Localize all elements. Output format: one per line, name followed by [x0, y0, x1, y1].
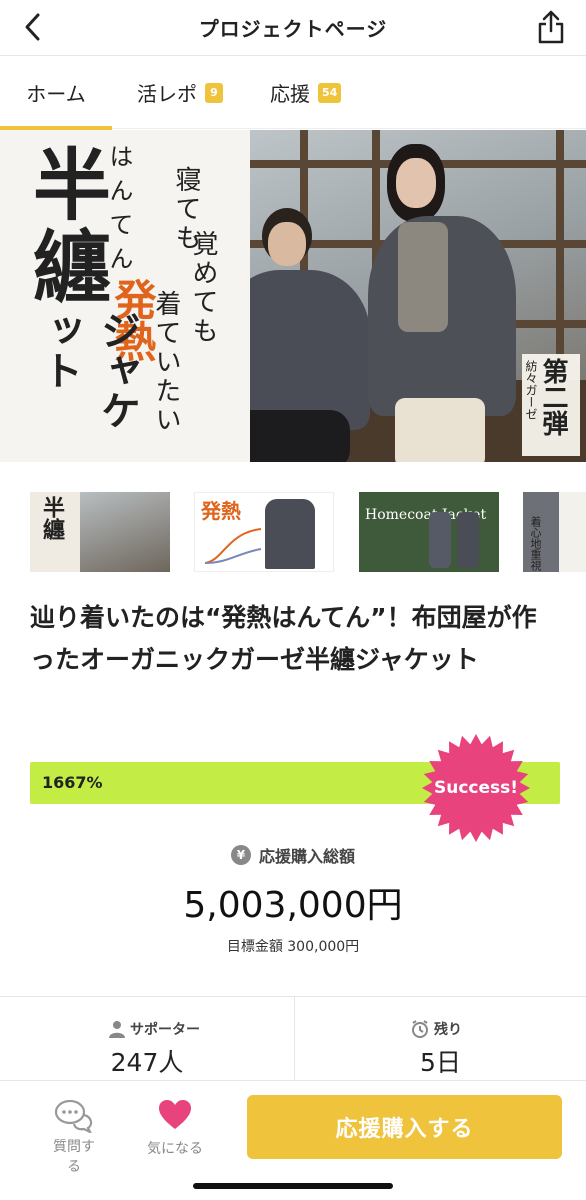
success-label: Success!: [433, 778, 519, 798]
remaining-label: 残り: [434, 1022, 462, 1038]
tab-katsu-repo[interactable]: 活レポ 9: [137, 57, 223, 129]
thumbnail-carousel: 半纏 発熱 Homecoat Jacket 着心地重視: [30, 492, 586, 572]
bottom-action-bar: 質問する 気になる 応援購入する: [0, 1080, 586, 1200]
hero-copy-3: 着ていたい: [151, 290, 181, 435]
tab-katsu-repo-label: 活レポ: [137, 82, 197, 106]
funding-amount: 5,003,000円: [183, 885, 403, 926]
timer-icon: [412, 1020, 428, 1038]
share-button[interactable]: [536, 10, 566, 44]
question-label: 質問する: [53, 1139, 95, 1175]
heart-icon: [159, 1100, 191, 1129]
thumbnail-image: [457, 512, 479, 568]
yen-icon: ¥: [230, 845, 251, 865]
thumbnail-image: [265, 499, 315, 569]
model-face: [396, 158, 436, 208]
tab-bar: ホーム 活レポ 9 応援 54: [0, 57, 586, 130]
project-title: 辿り着いたのは“発熱はんてん”！布団屋が作ったオーガニックガーゼ半纏ジャケット: [30, 603, 537, 674]
thumbnail-image: [429, 512, 451, 568]
tab-katsu-repo-badge: 9: [205, 82, 223, 103]
chevron-left-icon: [25, 13, 40, 41]
thumbnail-caption: 発熱: [201, 499, 241, 523]
remaining-label-row: 残り: [410, 1019, 462, 1039]
funding-label: 応援購入総額: [258, 847, 355, 866]
favorite-button[interactable]: 気になる: [138, 1099, 212, 1159]
tab-home[interactable]: ホーム: [0, 57, 112, 130]
question-button[interactable]: 質問する: [42, 1099, 106, 1177]
remaining-value: 5日: [420, 1048, 461, 1077]
tab-ouen[interactable]: 応援 54: [270, 57, 342, 129]
stats-panel: サポーター 247人 残り 5日: [0, 996, 586, 1087]
model-face: [268, 222, 306, 266]
share-icon: [538, 10, 564, 44]
back-button[interactable]: [18, 12, 48, 42]
app-header: プロジェクトページ: [0, 0, 586, 56]
home-indicator: [193, 1183, 393, 1189]
thumbnail-3[interactable]: Homecoat Jacket: [359, 492, 499, 572]
model-pants: [395, 398, 485, 462]
favorite-label: 気になる: [147, 1141, 203, 1157]
thumbnail-caption: 半纏: [39, 496, 65, 540]
hero-big-kanji: 半纏: [20, 144, 111, 308]
thumbnail-image: [80, 492, 170, 572]
person-icon: [109, 1021, 125, 1038]
progress-percent: 1667%: [42, 773, 103, 792]
supporters-label: サポーター: [130, 1022, 200, 1038]
hero-hanten: はんてん: [105, 144, 133, 280]
thumbnail-1[interactable]: 半纏: [30, 492, 170, 572]
model-sweater: [398, 222, 448, 332]
hero-jacket: ジャケット: [36, 310, 141, 430]
hero-copy-2: 覚めても: [188, 230, 218, 346]
thumbnail-4[interactable]: 着心地重視: [523, 492, 586, 572]
hero-seal-big: 第二弾: [538, 358, 568, 436]
supporters-value: 247人: [110, 1048, 184, 1077]
chart-thumbnail-icon: [204, 528, 262, 564]
tab-home-label: ホーム: [26, 82, 86, 106]
page-title: プロジェクトページ: [198, 17, 388, 41]
supporters-label-row: サポーター: [108, 1019, 200, 1039]
chat-bubbles-icon: [54, 1099, 93, 1133]
hero-seal: 紡々ガーゼ 第二弾: [522, 354, 580, 456]
tab-ouen-label: 応援: [270, 82, 310, 106]
buy-button[interactable]: 応援購入する: [247, 1095, 562, 1159]
active-tab-indicator: [0, 125, 112, 130]
tab-ouen-badge: 54: [318, 82, 342, 103]
hero-image[interactable]: 半纏 はんてん 発熱 ジャケット 寝ても 覚めても 着ていたい 紡々ガーゼ 第二…: [0, 130, 586, 462]
thumbnail-2[interactable]: 発熱: [194, 492, 334, 572]
funding-goal: 目標金額 300,000円: [226, 939, 360, 955]
thumbnail-caption: 着心地重視: [529, 516, 542, 571]
funding-label-row: ¥ 応援購入総額: [0, 843, 586, 867]
